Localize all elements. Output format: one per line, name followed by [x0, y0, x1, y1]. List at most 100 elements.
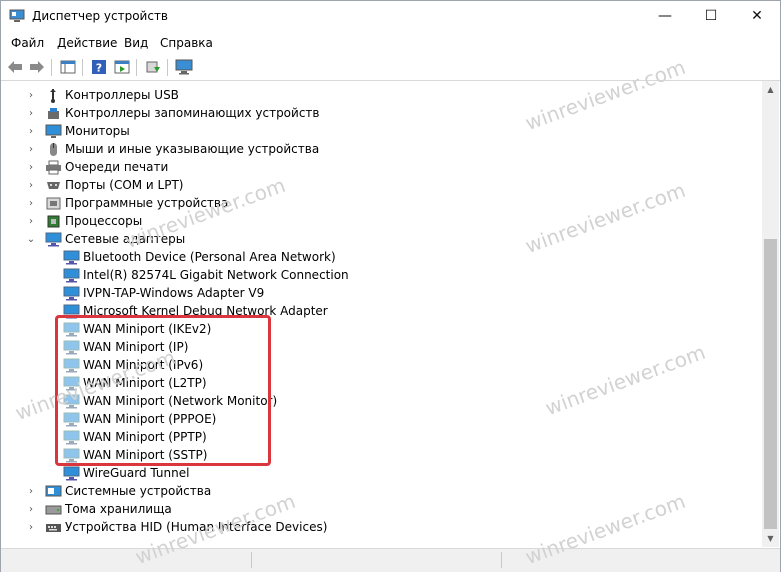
collapsed-chevron-icon[interactable]: › [26, 482, 36, 500]
tree-device-item[interactable]: Bluetooth Device (Personal Area Network) [63, 248, 336, 266]
action-pane-button[interactable] [113, 58, 131, 76]
menu-help[interactable]: Справка [160, 36, 213, 50]
title-bar: Диспетчер устройств — ☐ ✕ [1, 1, 780, 31]
forward-button[interactable] [28, 58, 46, 76]
tree-item-label: Тома хранилища [65, 502, 172, 516]
device-tree: › Контроллеры USB › Контроллеры запоминающи… [1, 81, 762, 547]
collapsed-chevron-icon[interactable]: › [26, 212, 36, 230]
update-driver-icon [146, 61, 160, 73]
minimize-button[interactable]: — [642, 1, 688, 31]
tree-category-item[interactable]: › Мыши и иные указывающие устройства [29, 140, 320, 158]
tree-item-label: Процессоры [65, 214, 143, 228]
action-pane-icon [114, 60, 130, 74]
tree-item-label: IVPN-TAP-Windows Adapter V9 [83, 286, 265, 300]
menu-bar: Файл Действие Вид Справка [1, 33, 780, 53]
maximize-icon: ☐ [704, 8, 718, 24]
scroll-up-arrow-icon[interactable]: ▲ [762, 81, 779, 98]
tree-item-label: Устройства HID (Human Interface Devices) [65, 520, 328, 534]
toolbar-separator [51, 59, 52, 76]
processor-icon [45, 214, 62, 229]
tree-device-item[interactable]: WireGuard Tunnel [63, 464, 189, 482]
tree-item-label: Контроллеры USB [65, 88, 179, 102]
tree-item-label: Мониторы [65, 124, 130, 138]
storage-volume-icon [45, 502, 62, 517]
tree-category-item[interactable]: › Порты (COM и LPT) [29, 176, 184, 194]
tree-category-item[interactable]: › Очереди печати [29, 158, 169, 176]
status-divider [251, 552, 252, 568]
update-driver-button[interactable] [144, 58, 162, 76]
network-adapter-icon [63, 268, 80, 283]
properties-button[interactable]: ? [90, 58, 108, 76]
scrollbar-thumb[interactable] [764, 239, 777, 529]
menu-view[interactable]: Вид [124, 36, 148, 50]
toolbar-separator [82, 59, 83, 76]
monitor-icon [45, 124, 62, 139]
wan-miniport-highlight-box [55, 315, 271, 466]
menu-action[interactable]: Действие [57, 36, 117, 50]
network-adapter-icon [63, 250, 80, 265]
collapsed-chevron-icon[interactable]: › [26, 518, 36, 536]
tree-category-item[interactable]: › Контроллеры USB [29, 86, 179, 104]
tree-item-label: Порты (COM и LPT) [65, 178, 184, 192]
tree-category-item[interactable]: › Программные устройства [29, 194, 229, 212]
collapsed-chevron-icon[interactable]: › [26, 500, 36, 518]
status-bar [1, 548, 780, 572]
window-title: Диспетчер устройств [32, 9, 169, 23]
collapsed-chevron-icon[interactable]: › [26, 122, 36, 140]
scroll-down-arrow-icon[interactable]: ▼ [762, 530, 779, 547]
back-arrow-icon [8, 61, 22, 73]
port-icon [45, 178, 62, 193]
maximize-button[interactable]: ☐ [688, 1, 734, 31]
usb-controller-icon [45, 88, 62, 103]
tree-item-label: WireGuard Tunnel [83, 466, 190, 480]
tree-item-label: Системные устройства [65, 484, 212, 498]
collapsed-chevron-icon[interactable]: › [26, 194, 36, 212]
close-icon: ✕ [751, 8, 763, 24]
collapsed-chevron-icon[interactable]: › [26, 176, 36, 194]
hid-icon [45, 520, 62, 535]
tree-category-item[interactable]: › Процессоры [29, 212, 143, 230]
scan-monitor-icon [175, 59, 193, 75]
vertical-scrollbar[interactable]: ▲ ▼ [762, 81, 779, 547]
tree-item-label: Intel(R) 82574L Gigabit Network Connecti… [83, 268, 349, 282]
collapsed-chevron-icon[interactable]: › [26, 158, 36, 176]
scan-hardware-button[interactable] [175, 58, 193, 76]
toolbar: ? [1, 55, 780, 81]
help-question-icon: ? [92, 60, 106, 75]
console-tree-icon [60, 60, 76, 74]
tree-category-item[interactable]: › Контроллеры запоминающих устройств [29, 104, 320, 122]
tree-item-label: Программные устройства [65, 196, 229, 210]
tree-device-item[interactable]: IVPN-TAP-Windows Adapter V9 [63, 284, 264, 302]
tree-category-item[interactable]: › Мониторы [29, 122, 130, 140]
menu-file[interactable]: Файл [11, 36, 44, 50]
tree-item-label: Контроллеры запоминающих устройств [65, 106, 320, 120]
tree-category-item[interactable]: › Устройства HID (Human Interface Devices… [29, 518, 328, 536]
toolbar-separator [167, 59, 168, 76]
network-adapter-icon [45, 232, 62, 247]
collapsed-chevron-icon[interactable]: › [26, 86, 36, 104]
tree-item-label: Сетевые адаптеры [65, 232, 186, 246]
printer-icon [45, 160, 62, 175]
collapsed-chevron-icon[interactable]: › [26, 104, 36, 122]
svg-text:?: ? [96, 62, 102, 75]
toolbar-separator [136, 59, 137, 76]
tree-category-item[interactable]: › Системные устройства [29, 482, 212, 500]
back-button[interactable] [6, 58, 24, 76]
mouse-icon [45, 142, 62, 157]
tree-item-label: Очереди печати [65, 160, 169, 174]
status-divider [501, 552, 502, 568]
minimize-icon: — [658, 8, 672, 24]
tree-item-label: Bluetooth Device (Personal Area Network) [83, 250, 336, 264]
tree-device-item[interactable]: Intel(R) 82574L Gigabit Network Connecti… [63, 266, 349, 284]
network-adapter-icon [63, 286, 80, 301]
close-button[interactable]: ✕ [734, 1, 780, 31]
network-adapter-icon [63, 466, 80, 481]
show-hide-console-tree-button[interactable] [59, 58, 77, 76]
tree-category-item[interactable]: ⌄ Сетевые адаптеры [27, 230, 186, 248]
expanded-chevron-icon[interactable]: ⌄ [26, 230, 36, 248]
collapsed-chevron-icon[interactable]: › [26, 140, 36, 158]
tree-item-label: Мыши и иные указывающие устройства [65, 142, 320, 156]
storage-controller-icon [45, 106, 62, 121]
tree-category-item[interactable]: › Тома хранилища [29, 500, 172, 518]
software-device-icon [45, 196, 62, 211]
